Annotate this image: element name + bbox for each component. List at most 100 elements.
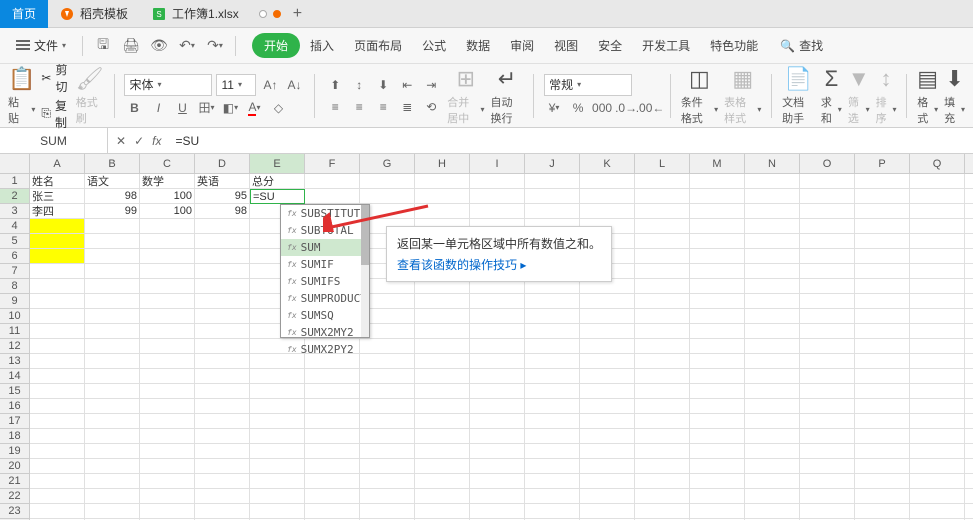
cell[interactable]: [745, 384, 800, 399]
accept-formula-icon[interactable]: ✓: [134, 134, 144, 148]
column-header[interactable]: O: [800, 154, 855, 174]
cell[interactable]: [415, 414, 470, 429]
fill-color-button[interactable]: ◧▾: [220, 98, 240, 118]
cell[interactable]: [800, 489, 855, 504]
cell[interactable]: [580, 204, 635, 219]
cell[interactable]: [360, 459, 415, 474]
row-header[interactable]: 1: [0, 174, 30, 189]
cell[interactable]: [855, 354, 910, 369]
cell[interactable]: [30, 489, 85, 504]
select-all-corner[interactable]: [0, 154, 30, 174]
cell[interactable]: [470, 294, 525, 309]
cell[interactable]: [140, 219, 195, 234]
cell[interactable]: [910, 354, 965, 369]
copy-button[interactable]: ⎘复制: [41, 97, 69, 131]
cell[interactable]: [745, 354, 800, 369]
column-header[interactable]: G: [360, 154, 415, 174]
cell[interactable]: [30, 354, 85, 369]
increase-decimal-button[interactable]: .0→: [616, 98, 636, 118]
cell[interactable]: [305, 489, 360, 504]
cell[interactable]: [635, 384, 690, 399]
cell[interactable]: [30, 324, 85, 339]
cell[interactable]: [855, 264, 910, 279]
cell[interactable]: [250, 399, 305, 414]
cell[interactable]: [30, 399, 85, 414]
cell[interactable]: [250, 489, 305, 504]
cell[interactable]: [745, 249, 800, 264]
cell[interactable]: [965, 354, 973, 369]
cell[interactable]: [855, 504, 910, 519]
cell[interactable]: [910, 504, 965, 519]
cell[interactable]: [140, 324, 195, 339]
cell[interactable]: [745, 189, 800, 204]
tab-home[interactable]: 首页: [0, 0, 48, 28]
formula-input[interactable]: =SU: [169, 134, 973, 148]
cell[interactable]: [690, 264, 745, 279]
cell[interactable]: [635, 414, 690, 429]
cell[interactable]: [910, 399, 965, 414]
row-header[interactable]: 18: [0, 429, 30, 444]
cell[interactable]: [30, 339, 85, 354]
cell[interactable]: 张三: [30, 189, 85, 204]
cell[interactable]: [965, 309, 973, 324]
percent-button[interactable]: %: [568, 98, 588, 118]
cell[interactable]: [360, 414, 415, 429]
sum-button[interactable]: Σ 求和▾: [821, 66, 842, 126]
cell[interactable]: [415, 204, 470, 219]
cell[interactable]: [965, 204, 973, 219]
font-color-button[interactable]: A▾: [244, 98, 264, 118]
cell[interactable]: [690, 354, 745, 369]
cell[interactable]: [800, 189, 855, 204]
cell[interactable]: [305, 189, 360, 204]
cancel-formula-icon[interactable]: ✕: [116, 134, 126, 148]
cell[interactable]: [140, 414, 195, 429]
cell[interactable]: [745, 369, 800, 384]
cell[interactable]: [30, 219, 85, 234]
menu-formula[interactable]: 公式: [412, 31, 456, 60]
cell[interactable]: [85, 354, 140, 369]
redo-icon[interactable]: ↷▾: [203, 34, 227, 58]
cell[interactable]: [305, 474, 360, 489]
currency-button[interactable]: ¥▾: [544, 98, 564, 118]
thousands-button[interactable]: 000: [592, 98, 612, 118]
font-name-select[interactable]: 宋体▾: [124, 74, 212, 96]
cell[interactable]: [525, 474, 580, 489]
cell[interactable]: [910, 324, 965, 339]
cell[interactable]: [690, 339, 745, 354]
cell[interactable]: [195, 264, 250, 279]
cell[interactable]: [250, 429, 305, 444]
print-icon[interactable]: 🖨: [119, 34, 143, 58]
row-header[interactable]: 6: [0, 249, 30, 264]
cell[interactable]: [745, 219, 800, 234]
cell[interactable]: [415, 429, 470, 444]
cell[interactable]: [690, 189, 745, 204]
row-header[interactable]: 16: [0, 399, 30, 414]
cell[interactable]: [635, 369, 690, 384]
cell[interactable]: [965, 504, 973, 519]
cell[interactable]: [305, 369, 360, 384]
cell[interactable]: [690, 309, 745, 324]
cell[interactable]: [415, 489, 470, 504]
name-box[interactable]: SUM: [0, 128, 108, 154]
cell[interactable]: [85, 489, 140, 504]
cell[interactable]: [140, 399, 195, 414]
cell[interactable]: 100: [140, 204, 195, 219]
cell[interactable]: [635, 474, 690, 489]
cell[interactable]: [30, 234, 85, 249]
cell[interactable]: [525, 174, 580, 189]
cell[interactable]: [360, 489, 415, 504]
cell[interactable]: [470, 339, 525, 354]
clear-format-button[interactable]: ◇: [268, 98, 288, 118]
row-header[interactable]: 20: [0, 459, 30, 474]
cell[interactable]: [360, 444, 415, 459]
cell[interactable]: [470, 504, 525, 519]
cell[interactable]: [965, 219, 973, 234]
cell[interactable]: [965, 324, 973, 339]
cell[interactable]: [470, 324, 525, 339]
menu-page-layout[interactable]: 页面布局: [344, 31, 412, 60]
cell[interactable]: [910, 459, 965, 474]
cell[interactable]: [965, 399, 973, 414]
search-button[interactable]: 🔍 查找: [780, 37, 823, 54]
cell[interactable]: [30, 444, 85, 459]
cell[interactable]: [525, 339, 580, 354]
